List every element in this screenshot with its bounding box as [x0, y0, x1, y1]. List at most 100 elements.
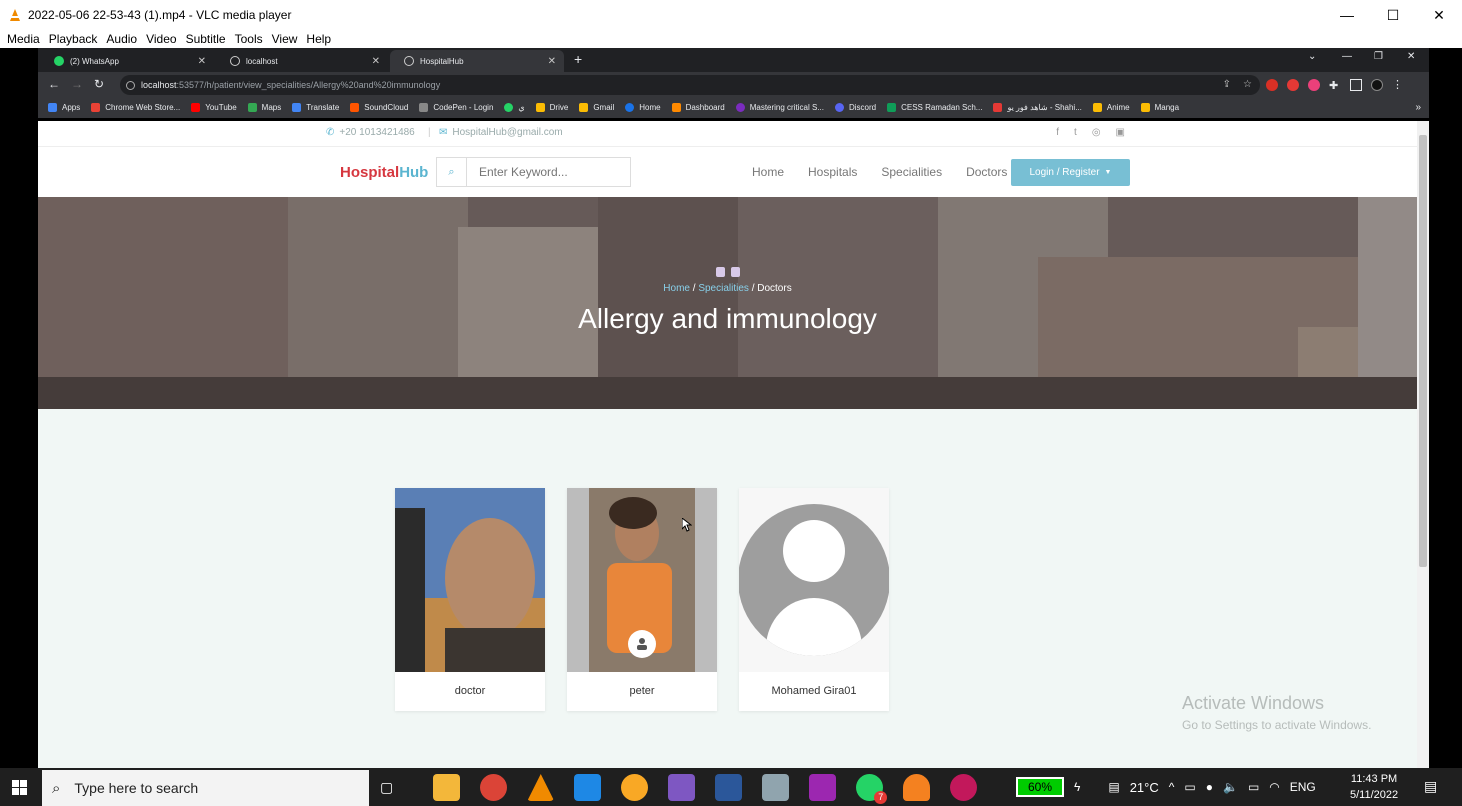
bookmark-item[interactable]: Chrome Web Store... — [91, 103, 180, 112]
tab-whatsapp[interactable]: (2) WhatsApp ✕ — [40, 50, 214, 72]
bookmark-item[interactable]: SoundCloud — [350, 103, 408, 112]
bookmark-item[interactable]: Translate — [292, 103, 339, 112]
breadcrumb-specialities[interactable]: Specialities — [698, 283, 749, 294]
menu-video[interactable]: Video — [146, 32, 176, 46]
chrome-icon[interactable] — [480, 774, 508, 801]
close-button[interactable]: ✕ — [1416, 0, 1462, 30]
menu-playback[interactable]: Playback — [49, 32, 98, 46]
menu-subtitle[interactable]: Subtitle — [186, 32, 226, 46]
word-icon[interactable] — [715, 774, 743, 801]
breadcrumb-home[interactable]: Home — [663, 283, 690, 294]
tab-close-icon[interactable]: ✕ — [198, 56, 206, 67]
minimize-button[interactable]: — — [1324, 0, 1370, 30]
paint-app-icon[interactable] — [950, 774, 978, 801]
bookmark-item[interactable]: Mastering critical S... — [735, 103, 824, 112]
menu-view[interactable]: View — [272, 32, 298, 46]
keyword-search-input[interactable] — [467, 158, 627, 186]
bookmark-star-icon[interactable]: ☆ — [1243, 79, 1252, 90]
microphone-icon[interactable]: ● — [1206, 780, 1213, 794]
forward-arrow-icon[interactable]: → — [71, 77, 83, 91]
chrome-minimize-button[interactable]: — — [1342, 51, 1352, 62]
maximize-button[interactable]: ☐ — [1370, 0, 1416, 30]
nav-home[interactable]: Home — [752, 165, 784, 179]
tab-close-icon[interactable]: ✕ — [372, 56, 380, 67]
facebook-icon[interactable]: f — [1056, 127, 1059, 138]
temperature[interactable]: 21°C — [1130, 780, 1159, 795]
nav-specialities[interactable]: Specialities — [881, 165, 942, 179]
bookmark-item[interactable]: Home — [625, 103, 661, 112]
dribbble-icon[interactable]: ◎ — [1092, 127, 1101, 138]
weather-icon[interactable]: ▤ — [1108, 780, 1119, 794]
bookmark-item[interactable]: ي — [504, 103, 525, 112]
windows-start-icon[interactable] — [12, 780, 27, 795]
battery-indicator[interactable]: 60% — [1016, 777, 1064, 797]
bookmark-item[interactable]: Manga — [1140, 103, 1179, 112]
system-clock[interactable]: 11:43 PM 5/11/2022 — [1350, 771, 1398, 803]
chrome-restore-button[interactable]: ❐ — [1374, 51, 1383, 62]
search-icon[interactable]: ⌕ — [437, 158, 467, 186]
bookmark-item[interactable]: YouTube — [191, 103, 237, 112]
battery-tray-icon[interactable]: ▭ — [1248, 780, 1259, 794]
new-tab-plus-icon[interactable]: + — [574, 51, 582, 67]
vlc-icon[interactable] — [527, 774, 555, 801]
chevron-down-icon[interactable]: ⌄ — [1308, 51, 1316, 62]
bookmark-item[interactable]: Maps — [247, 103, 281, 112]
brave-icon[interactable] — [621, 774, 649, 801]
login-register-button[interactable]: Login / Register ▼ — [1011, 159, 1130, 186]
reload-icon[interactable]: ↻ — [94, 77, 104, 91]
file-explorer-icon[interactable] — [433, 774, 461, 801]
bookmark-item[interactable]: Anime — [1092, 103, 1130, 112]
address-bar[interactable]: localhost :53577/h/patient/view_speciali… — [120, 75, 1260, 95]
extension-icon[interactable] — [1287, 78, 1299, 91]
side-panel-icon[interactable] — [1350, 78, 1362, 91]
cloudflare-icon[interactable] — [903, 774, 931, 801]
chevron-up-icon[interactable]: ^ — [1169, 780, 1175, 794]
menu-tools[interactable]: Tools — [235, 32, 263, 46]
nav-hospitals[interactable]: Hospitals — [808, 165, 857, 179]
menu-audio[interactable]: Audio — [106, 32, 137, 46]
puzzle-extensions-icon[interactable]: ✚ — [1329, 79, 1341, 92]
kebab-menu-icon[interactable]: ⋮ — [1392, 78, 1403, 91]
notification-center-icon[interactable]: ▤ — [1424, 778, 1437, 795]
adblock-extension-icon[interactable] — [1266, 78, 1278, 91]
wifi-icon[interactable]: ◠ — [1269, 780, 1279, 794]
language-indicator[interactable]: ENG — [1290, 780, 1316, 794]
bookmark-item[interactable]: Discord — [834, 103, 876, 112]
scrollbar-thumb[interactable] — [1419, 135, 1427, 567]
menu-media[interactable]: Media — [7, 32, 40, 46]
doctor-card[interactable]: doctor — [395, 488, 545, 711]
brand-logo[interactable]: HospitalHub — [340, 164, 428, 181]
task-view-icon[interactable]: ▢ — [380, 779, 393, 796]
share-icon[interactable]: ⇪ — [1223, 79, 1231, 90]
page-scrollbar[interactable] — [1417, 121, 1429, 768]
whatsapp-icon[interactable]: 7 — [856, 774, 888, 804]
mail-icon[interactable] — [574, 774, 602, 801]
bookmark-item[interactable]: Drive — [535, 103, 568, 112]
twitter-icon[interactable]: t — [1074, 127, 1077, 138]
nav-doctors[interactable]: Doctors — [966, 165, 1007, 179]
menu-help[interactable]: Help — [306, 32, 331, 46]
extension-icon[interactable] — [1308, 78, 1320, 91]
tab-hospitalhub[interactable]: HospitalHub ✕ — [390, 50, 564, 72]
cube-app-icon[interactable] — [668, 774, 696, 801]
back-arrow-icon[interactable]: ← — [48, 77, 60, 91]
tab-close-icon[interactable]: ✕ — [548, 56, 556, 67]
bookmark-item[interactable]: CESS Ramadan Sch... — [887, 103, 982, 112]
profile-avatar-icon[interactable] — [1371, 78, 1383, 91]
bookmark-item[interactable]: Apps — [48, 103, 80, 112]
bookmark-item[interactable]: شاهد فور يو - Shahi... — [993, 103, 1082, 112]
photos-icon[interactable] — [762, 774, 790, 801]
bookmarks-overflow-icon[interactable]: » — [1415, 102, 1421, 113]
bookmark-item[interactable]: Gmail — [579, 103, 614, 112]
bookmark-item[interactable]: CodePen - Login — [419, 103, 493, 112]
g-app-icon[interactable] — [809, 774, 837, 801]
chrome-close-button[interactable]: ✕ — [1407, 51, 1415, 62]
meet-icon[interactable]: ▭ — [1184, 780, 1195, 794]
bookmark-item[interactable]: Dashboard — [671, 103, 725, 112]
doctor-card[interactable]: Mohamed Gira01 — [739, 488, 889, 711]
taskbar-search[interactable]: ⌕ Type here to search — [42, 770, 369, 806]
instagram-icon[interactable]: ▣ — [1116, 127, 1125, 138]
doctor-card[interactable]: peter — [567, 488, 717, 711]
tab-localhost[interactable]: localhost ✕ — [216, 50, 388, 72]
volume-icon[interactable]: 🔈 — [1223, 780, 1238, 794]
